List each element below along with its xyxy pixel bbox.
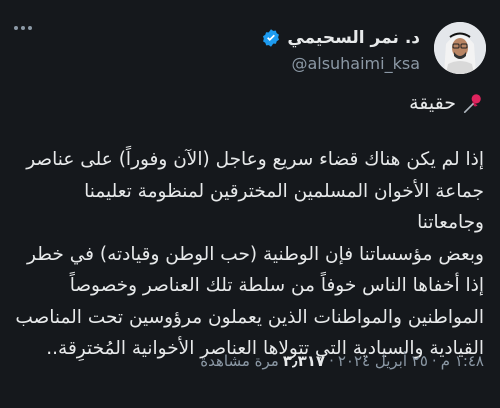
author-name-row[interactable]: د. نمر السحيمي bbox=[261, 28, 420, 48]
tweet-card: د. نمر السحيمي @alsuhaimi_ksa حقيقة إذا … bbox=[0, 0, 500, 408]
dot bbox=[21, 26, 25, 30]
meta-separator: · bbox=[431, 352, 437, 370]
tweet-meta: ١:٤٨ م · ٢٥ أبريل ٢٠٢٤ · ٣٫٣١٧ مرة مشاهد… bbox=[200, 352, 484, 370]
headline-text: حقيقة bbox=[409, 92, 456, 114]
tweet-line: وبعض مؤسساتنا فإن الوطنية (حب الوطن وقيا… bbox=[27, 243, 484, 265]
meta-separator: · bbox=[329, 352, 334, 370]
tweet-time[interactable]: ١:٤٨ م bbox=[441, 352, 484, 370]
tweet-headline: حقيقة bbox=[409, 92, 484, 114]
tweet-line: إذا أخفاها الناس خوفاً من سلطة تلك العنا… bbox=[69, 275, 484, 296]
views-label: مرة مشاهدة bbox=[200, 352, 279, 370]
views-count[interactable]: ٣٫٣١٧ bbox=[283, 352, 325, 370]
tweet-date[interactable]: ٢٥ أبريل ٢٠٢٤ bbox=[338, 352, 428, 370]
dot bbox=[28, 26, 32, 30]
tweet-line: إذا لم يكن هناك قضاء سريع وعاجل (الآن وف… bbox=[26, 149, 484, 170]
author-handle[interactable]: @alsuhaimi_ksa bbox=[291, 54, 420, 73]
dot bbox=[14, 26, 18, 30]
more-options-icon[interactable] bbox=[14, 26, 32, 30]
avatar[interactable] bbox=[434, 22, 486, 74]
tweet-line: جماعة الأخوان المسلمين المخترقين لمنظومة… bbox=[84, 180, 484, 234]
author-name[interactable]: د. نمر السحيمي bbox=[287, 28, 420, 48]
tweet-body: إذا لم يكن هناك قضاء سريع وعاجل (الآن وف… bbox=[14, 144, 484, 365]
verified-badge-icon bbox=[263, 29, 280, 47]
tweet-line: المواطنين والمواطنات الذين يعملون مرؤوسي… bbox=[15, 306, 484, 328]
pushpin-icon bbox=[463, 94, 481, 113]
